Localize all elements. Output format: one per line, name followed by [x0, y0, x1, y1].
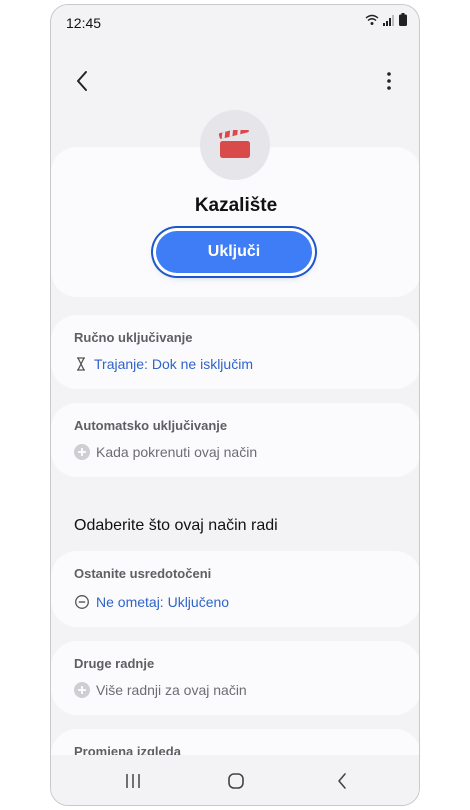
mode-icon-circle	[200, 110, 270, 180]
status-icons	[365, 13, 407, 26]
when-item[interactable]: Kada pokrenuti ovaj način	[74, 444, 257, 460]
signal-icon	[383, 14, 394, 26]
home-button[interactable]	[221, 769, 251, 793]
manual-title: Ručno uključivanje	[74, 330, 193, 345]
nav-back-button[interactable]	[327, 769, 357, 793]
other-title: Druge radnje	[74, 656, 155, 671]
back-arrow-icon	[77, 71, 87, 91]
turn-on-button[interactable]: Uključi	[156, 231, 312, 273]
add-circle-icon	[74, 444, 90, 460]
duration-item[interactable]: Trajanje: Dok ne isključim	[74, 356, 253, 372]
nav-back-icon	[338, 773, 346, 789]
when-label: Kada pokrenuti ovaj način	[96, 444, 258, 460]
recents-button[interactable]	[118, 769, 148, 793]
status-time: 12:45	[66, 15, 102, 31]
section-heading: Odaberite što ovaj način radi	[74, 517, 278, 534]
more-actions-item[interactable]: Više radnji za ovaj način	[74, 682, 247, 698]
other-actions-card: Druge radnje Više radnji za ovaj način	[51, 641, 419, 715]
recents-icon	[126, 774, 140, 788]
duration-label: Trajanje: Dok ne isključim	[94, 356, 253, 372]
app-bar	[51, 61, 419, 105]
focus-card: Ostanite usredotočeni Ne ometaj: Uključe…	[51, 551, 419, 627]
dnd-item[interactable]: Ne ometaj: Uključeno	[74, 594, 229, 610]
more-actions-label: Više radnji za ovaj način	[96, 682, 247, 698]
focus-title: Ostanite usredotočeni	[74, 566, 212, 581]
status-bar: 12:45	[51, 5, 419, 39]
mode-title: Kazalište	[194, 195, 278, 216]
auto-card: Automatsko uključivanje Kada pokrenuti o…	[51, 403, 419, 477]
wifi-icon	[365, 14, 379, 25]
add-circle-icon	[74, 682, 90, 698]
dnd-label: Ne ometaj: Uključeno	[96, 594, 230, 610]
phone-frame: 12:45 Kazalište Uključi Ručno uključivan…	[50, 4, 420, 806]
navigation-bar	[51, 755, 419, 805]
manual-card: Ručno uključivanje Trajanje: Dok ne iskl…	[51, 315, 419, 389]
back-button[interactable]	[69, 65, 97, 97]
clapperboard-icon	[218, 130, 250, 158]
do-not-disturb-icon	[75, 595, 89, 609]
more-options-button[interactable]	[379, 67, 399, 95]
hourglass-icon	[77, 357, 85, 371]
auto-title: Automatsko uključivanje	[74, 418, 228, 433]
home-icon	[228, 773, 244, 789]
more-vert-icon	[387, 72, 391, 90]
battery-icon	[399, 13, 407, 26]
